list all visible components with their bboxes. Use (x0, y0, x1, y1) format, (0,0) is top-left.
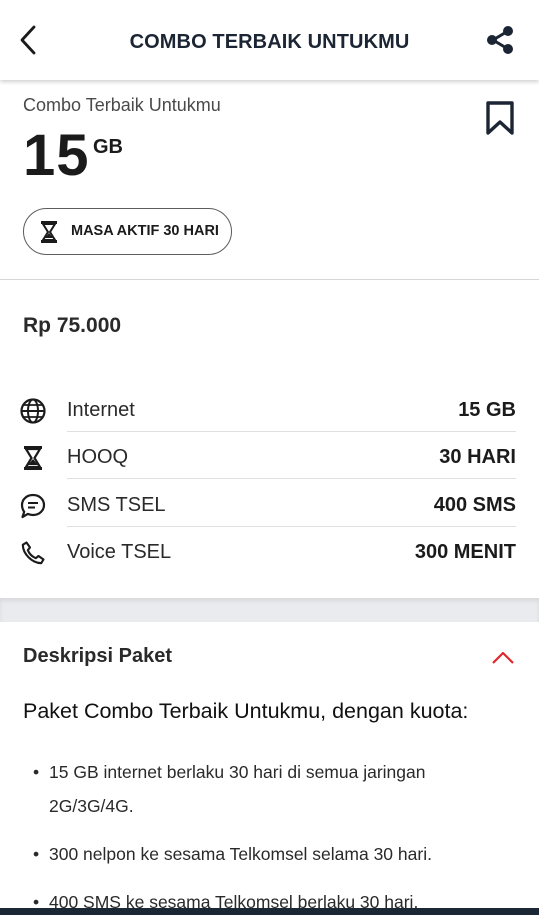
share-icon (487, 26, 513, 54)
hourglass-icon (40, 220, 58, 244)
description-title: Deskripsi Paket (23, 645, 172, 667)
bottom-bar (0, 908, 539, 915)
quota-unit: GB (93, 136, 123, 158)
benefit-value: 15 GB (458, 399, 516, 421)
list-item: 300 nelpon ke sesama Telkomsel selama 30… (33, 837, 503, 871)
share-button[interactable] (484, 24, 516, 56)
benefit-value: 400 SMS (433, 494, 516, 516)
benefit-row-hooq: HOOQ 30 HARI (0, 432, 539, 479)
active-period-chip: MASA AKTIF 30 HARI (23, 208, 232, 255)
phone-icon (20, 540, 46, 566)
benefit-label: Voice TSEL (67, 541, 172, 563)
package-price: Rp 75.000 (23, 314, 122, 337)
benefit-value: 30 HARI (439, 446, 516, 468)
package-name: Combo Terbaik Untukmu (23, 95, 221, 115)
page-title: COMBO TERBAIK UNTUKMU (129, 31, 410, 53)
benefit-label: HOOQ (67, 446, 129, 468)
description-list: 15 GB internet berlaku 30 hari di semua … (33, 755, 503, 915)
benefit-label: Internet (67, 399, 135, 421)
description-card: Deskripsi Paket Paket Combo Terbaik Untu… (0, 622, 539, 915)
benefit-row-internet: Internet 15 GB (0, 385, 539, 432)
benefit-row-voice: Voice TSEL 300 MENIT (0, 527, 539, 574)
description-heading: Paket Combo Terbaik Untukmu, dengan kuot… (23, 699, 469, 723)
section-divider (0, 279, 539, 280)
app-header: COMBO TERBAIK UNTUKMU (0, 0, 539, 80)
benefit-row-sms: SMS TSEL 400 SMS (0, 480, 539, 527)
bookmark-button[interactable] (484, 100, 516, 136)
active-period-label: MASA AKTIF 30 HARI (71, 223, 219, 239)
chevron-up-icon (492, 651, 514, 664)
hourglass-icon (20, 445, 46, 471)
chat-bubble-icon (20, 493, 46, 519)
quota-value: 15 (23, 123, 90, 188)
row-divider (67, 478, 516, 479)
benefit-label: SMS TSEL (67, 494, 166, 516)
bookmark-icon (486, 101, 514, 135)
benefit-value: 300 MENIT (414, 541, 516, 563)
list-item: 15 GB internet berlaku 30 hari di semua … (33, 755, 503, 823)
globe-icon (20, 398, 46, 424)
package-summary-card: Combo Terbaik Untukmu 15 GB MASA AKTIF 3… (0, 80, 539, 280)
section-separator (0, 598, 539, 622)
collapse-toggle[interactable] (490, 648, 516, 668)
